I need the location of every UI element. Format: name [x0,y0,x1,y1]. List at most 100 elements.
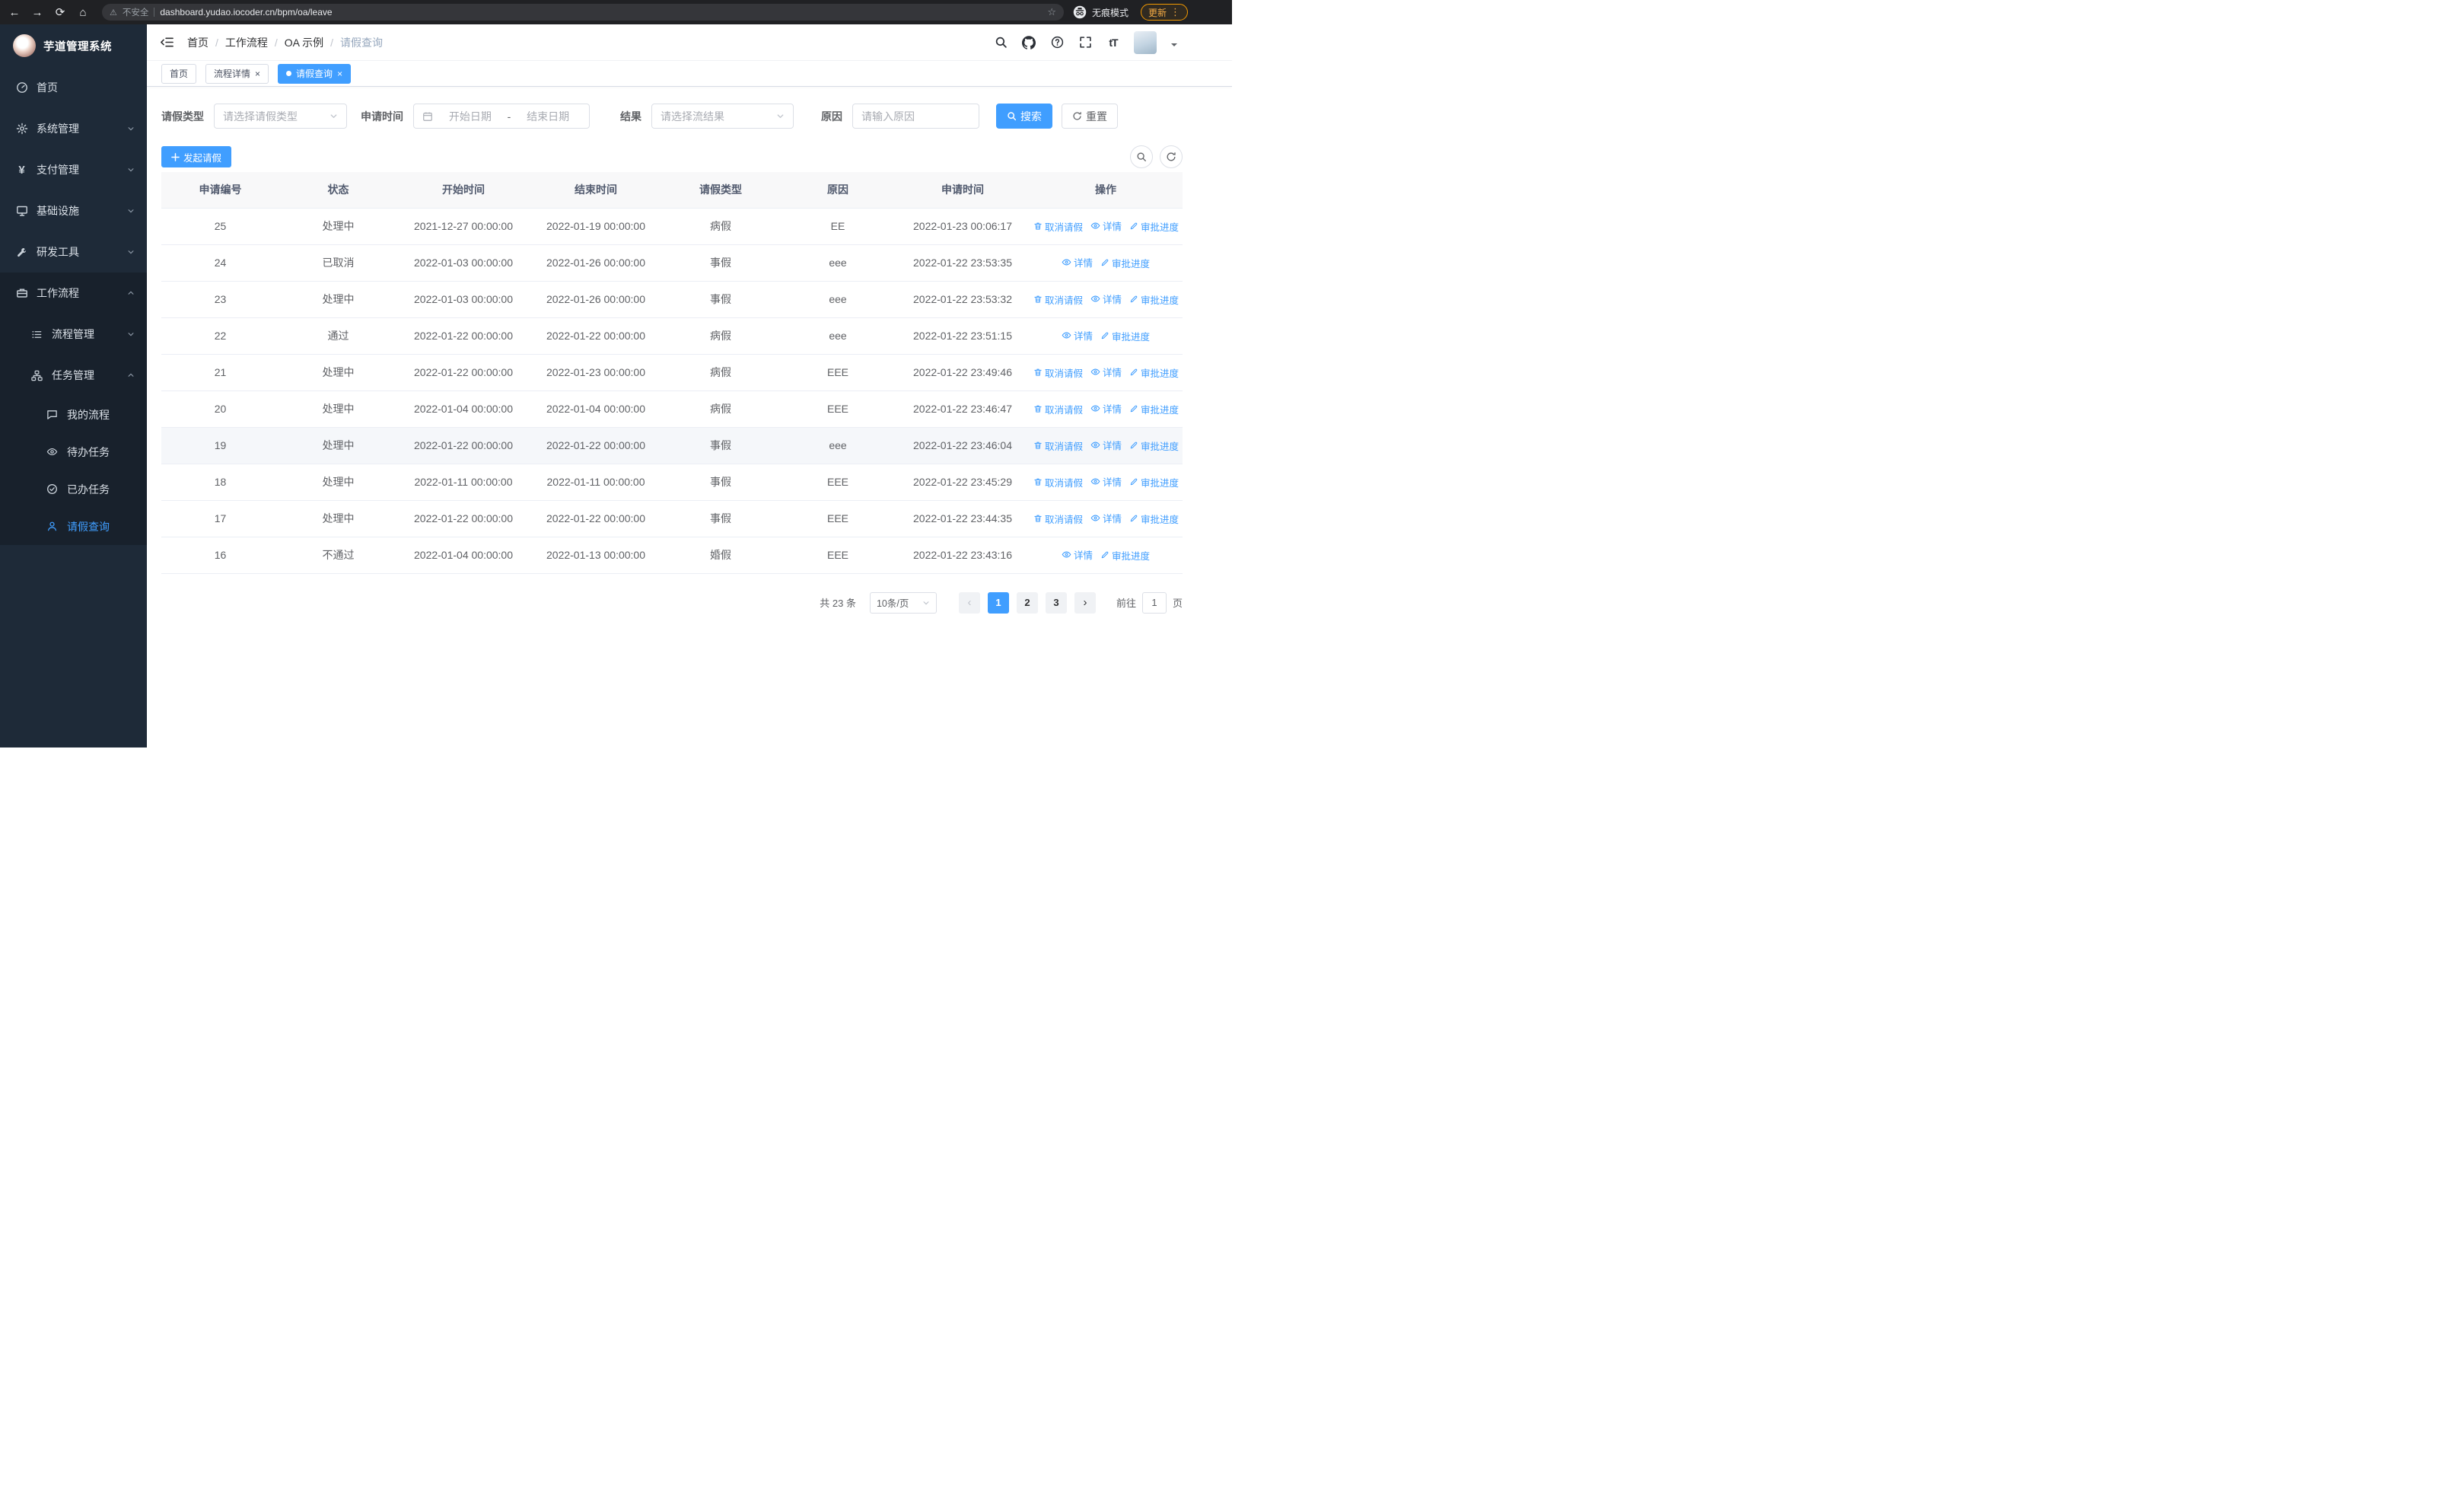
col-header-status: 状态 [279,172,397,209]
detail-action-link[interactable]: 详情 [1090,292,1122,306]
cancel-action-link[interactable]: 取消请假 [1033,292,1083,307]
tab-home[interactable]: 首页 [161,63,197,84]
user-icon [46,520,59,533]
search-button[interactable]: 搜索 [996,104,1052,129]
detail-action-link[interactable]: 详情 [1090,365,1122,379]
help-icon[interactable] [1049,35,1065,50]
app-logo-row: 芋道管理系统 [0,24,147,67]
create-leave-button[interactable]: 发起请假 [161,146,232,167]
detail-action-link[interactable]: 详情 [1062,328,1093,343]
progress-action-link[interactable]: 审批进度 [1129,512,1179,526]
progress-action-link[interactable]: 审批进度 [1129,438,1179,453]
reason-input[interactable] [852,104,979,129]
refresh-icon [1167,152,1176,161]
progress-action-link[interactable]: 审批进度 [1100,329,1150,343]
chevron-down-icon [329,112,338,120]
refresh-table-button[interactable] [1160,145,1183,168]
tab-process-detail[interactable]: 流程详情 × [205,63,269,84]
back-icon[interactable]: ← [5,2,24,22]
page-size-select[interactable]: 10条/页 [869,591,937,614]
progress-action-link[interactable]: 审批进度 [1100,548,1150,563]
page-button-2[interactable]: 2 [1016,591,1038,614]
detail-action-link[interactable]: 详情 [1090,474,1122,489]
cell-applyTime: 2022-01-22 23:49:46 [896,354,1029,391]
next-page-button[interactable]: › [1074,591,1096,614]
breadcrumb-item[interactable]: 工作流程 [225,35,268,50]
cancel-action-link[interactable]: 取消请假 [1033,512,1083,526]
address-bar[interactable]: ⚠ 不安全 dashboard.yudao.iocoder.cn/bpm/oa/… [102,4,1064,21]
browser-menu-icon[interactable]: ⋮ [1170,6,1180,18]
apply-time-range-picker[interactable]: 开始日期 - 结束日期 [413,104,590,129]
sidebar-item-system[interactable]: 系统管理 [0,108,147,149]
tab-leave-query[interactable]: 请假查询 × [278,63,352,84]
pagination-total: 共 23 条 [820,598,856,609]
cancel-action-link[interactable]: 取消请假 [1033,402,1083,416]
detail-action-link[interactable]: 详情 [1090,438,1122,452]
prev-page-button[interactable]: ‹ [958,591,980,614]
progress-action-link[interactable]: 审批进度 [1129,475,1179,489]
caret-down-icon[interactable] [1171,43,1177,49]
sidebar-item-workflow[interactable]: 工作流程 [0,273,147,314]
sidebar-item-process-management[interactable]: 流程管理 [0,314,147,355]
breadcrumb-item[interactable]: OA 示例 [285,35,323,50]
cancel-action-link[interactable]: 取消请假 [1033,365,1083,380]
cell-endTime: 2022-01-19 00:00:00 [530,208,662,245]
forward-icon[interactable]: → [27,2,47,22]
progress-action-link[interactable]: 审批进度 [1129,402,1179,416]
cancel-action-link[interactable]: 取消请假 [1033,219,1083,234]
page-button-3[interactable]: 3 [1045,591,1067,614]
detail-action-link[interactable]: 详情 [1090,511,1122,525]
avatar[interactable] [1134,30,1157,54]
home-icon[interactable]: ⌂ [73,2,93,22]
breadcrumb-item[interactable]: 首页 [187,35,209,50]
detail-action-link[interactable]: 详情 [1062,255,1093,269]
github-icon[interactable] [1021,35,1036,50]
cell-actions: 取消请假 详情 审批进度 [1029,464,1183,501]
chevron-down-icon [922,599,930,607]
table-row: 17 处理中 2022-01-22 00:00:00 2022-01-22 00:00… [161,500,1183,537]
progress-action-link[interactable]: 审批进度 [1129,292,1179,307]
cell-leaveType: 病假 [662,208,779,245]
cancel-action-link[interactable]: 取消请假 [1033,438,1083,453]
progress-action-link[interactable]: 审批进度 [1129,219,1179,234]
chat-icon [46,408,59,421]
font-size-icon[interactable]: tT [1106,35,1121,50]
col-header-actions: 操作 [1029,172,1183,209]
progress-action-link[interactable]: 审批进度 [1100,256,1150,270]
chevron-down-icon [127,125,135,132]
bookmark-star-icon[interactable]: ☆ [1047,6,1056,18]
goto-page-input[interactable] [1141,591,1167,614]
apply-time-label: 申请时间 [361,110,403,123]
detail-action-link[interactable]: 详情 [1090,218,1122,233]
reset-button[interactable]: 重置 [1062,104,1118,129]
close-icon[interactable]: × [255,69,260,78]
detail-action-link[interactable]: 详情 [1062,547,1093,562]
sidebar-item-done-tasks[interactable]: 已办任务 [0,470,147,508]
sidebar-item-payment[interactable]: ¥ 支付管理 [0,149,147,190]
cell-startTime: 2022-01-04 00:00:00 [397,537,530,574]
page-button-1[interactable]: 1 [987,591,1009,614]
reload-icon[interactable]: ⟳ [50,2,70,22]
sidebar-item-home[interactable]: 首页 [0,67,147,108]
close-icon[interactable]: × [337,69,342,78]
sidebar-item-todo-tasks[interactable]: 待办任务 [0,433,147,470]
progress-action-link[interactable]: 审批进度 [1129,365,1179,380]
search-icon[interactable] [993,35,1008,50]
sidebar-item-leave-query[interactable]: 请假查询 [0,508,147,545]
browser-update-button[interactable]: 更新 ⋮ [1140,4,1188,21]
toggle-search-button[interactable] [1130,145,1153,168]
sidebar-item-infrastructure[interactable]: 基础设施 [0,190,147,231]
sidebar-item-devtools[interactable]: 研发工具 [0,231,147,273]
sidebar-item-task-management[interactable]: 任务管理 [0,355,147,396]
briefcase-icon [15,287,28,300]
detail-action-link[interactable]: 详情 [1090,401,1122,416]
result-select[interactable]: 请选择流结果 [651,104,794,129]
fullscreen-icon[interactable] [1078,35,1093,50]
fold-menu-icon[interactable] [158,34,175,51]
sidebar-item-my-processes[interactable]: 我的流程 [0,396,147,433]
cell-startTime: 2022-01-22 00:00:00 [397,317,530,355]
list-icon [30,328,43,341]
chevron-down-icon [127,166,135,174]
cancel-action-link[interactable]: 取消请假 [1033,475,1083,489]
leave-type-select[interactable]: 请选择请假类型 [214,104,347,129]
